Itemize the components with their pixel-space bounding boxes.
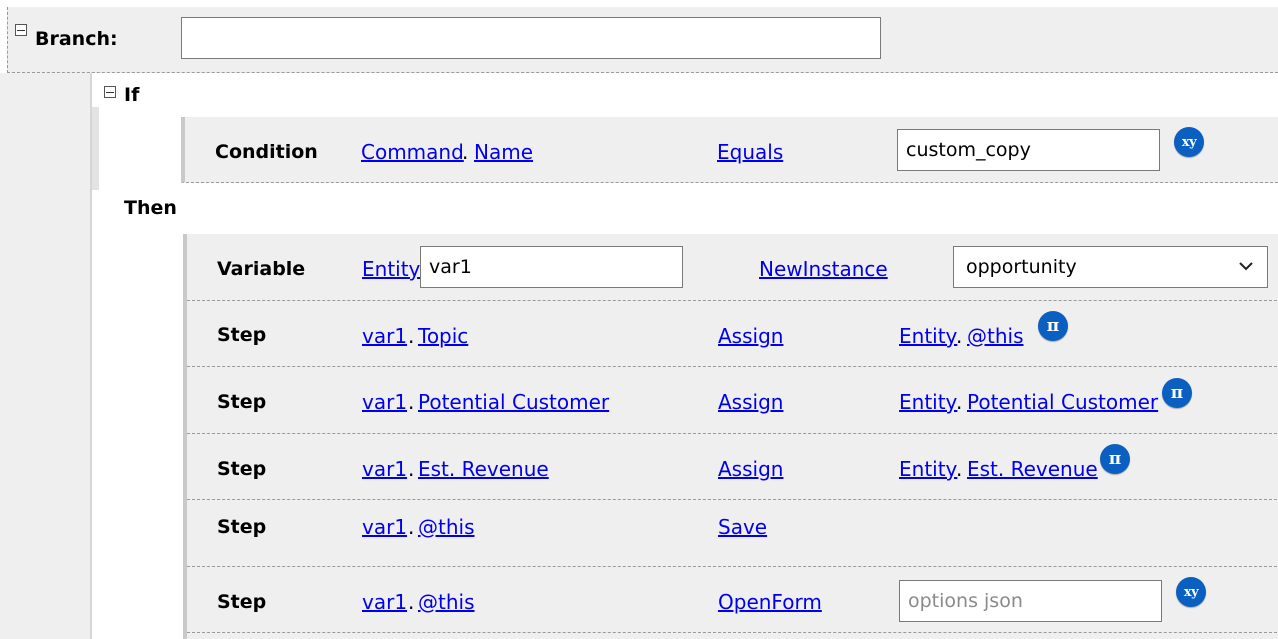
step-source-field-link[interactable]: @this [967,323,1024,349]
pi-formula-icon[interactable]: π [1100,444,1130,474]
xy-variable-icon[interactable]: xy [1176,577,1206,607]
step-source-object-link[interactable]: Entity [899,323,957,349]
path-separator: . [408,515,415,539]
if-collapse-icon[interactable] [104,86,116,98]
step-target-var-link[interactable]: var1 [362,514,407,540]
path-separator: . [956,390,963,414]
pi-formula-icon[interactable]: π [1038,311,1068,341]
path-separator: . [408,590,415,614]
step-row: Step var1 . Est. Revenue Assign Entity .… [187,434,1278,500]
step-label: Step [217,516,267,538]
step-action-link[interactable]: OpenForm [718,589,822,615]
variable-type-link[interactable]: Entity [362,256,420,282]
branch-label: Branch: [35,28,118,50]
condition-field-link[interactable]: Name [474,139,533,165]
step-row: Step var1 . Potential Customer Assign En… [187,367,1278,434]
path-separator: . [408,390,415,414]
pi-formula-icon[interactable]: π [1162,378,1192,408]
step-source-object-link[interactable]: Entity [899,456,957,482]
step-label: Step [217,458,267,480]
variable-name-input[interactable] [420,246,683,288]
path-separator: . [408,457,415,481]
path-separator: . [462,140,469,164]
step-action-link[interactable]: Assign [718,323,783,349]
step-target-field-link[interactable]: @this [418,514,475,540]
condition-value-input[interactable] [897,129,1160,171]
path-separator: . [956,457,963,481]
step-action-link[interactable]: Assign [718,456,783,482]
step-row: Step var1 . @this OpenForm xy [187,567,1278,633]
step-target-var-link[interactable]: var1 [362,456,407,482]
step-label: Step [217,591,267,613]
path-separator: . [408,324,415,348]
if-label: If [124,84,140,106]
step-source-field-link[interactable]: Est. Revenue [967,456,1098,482]
then-block: Variable Entity NewInstance opportunity … [183,234,1278,639]
xy-variable-icon[interactable]: xy [1174,127,1204,157]
variable-label: Variable [217,258,306,280]
step-target-var-link[interactable]: var1 [362,589,407,615]
then-label: Then [124,197,177,219]
entity-select[interactable]: opportunity [953,246,1268,288]
branch-collapse-icon[interactable] [15,24,27,36]
branch-name-input[interactable] [181,17,881,59]
entity-select-value: opportunity [966,256,1077,278]
step-row: Step var1 . Topic Assign Entity . @this … [187,301,1278,367]
options-json-input[interactable] [899,580,1162,622]
step-label: Step [217,324,267,346]
step-target-var-link[interactable]: var1 [362,323,407,349]
step-source-object-link[interactable]: Entity [899,389,957,415]
step-source-field-link[interactable]: Potential Customer [967,389,1158,415]
condition-operator-link[interactable]: Equals [717,139,783,165]
branch-indent-rail [0,73,92,639]
condition-label: Condition [215,141,318,163]
chevron-down-icon [1239,262,1253,271]
step-target-field-link[interactable]: Topic [418,323,468,349]
step-action-link[interactable]: Assign [718,389,783,415]
step-target-var-link[interactable]: var1 [362,389,407,415]
condition-object-link[interactable]: Command [361,139,464,165]
variable-action-link[interactable]: NewInstance [759,256,888,282]
if-indent-rail [92,107,99,190]
step-label: Step [217,391,267,413]
step-action-link[interactable]: Save [718,514,767,540]
path-separator: . [956,324,963,348]
step-target-field-link[interactable]: @this [418,589,475,615]
step-target-field-link[interactable]: Est. Revenue [418,456,549,482]
step-target-field-link[interactable]: Potential Customer [418,389,609,415]
variable-row: Variable Entity NewInstance opportunity [187,234,1278,301]
step-row: Step var1 . @this Save [187,500,1278,567]
